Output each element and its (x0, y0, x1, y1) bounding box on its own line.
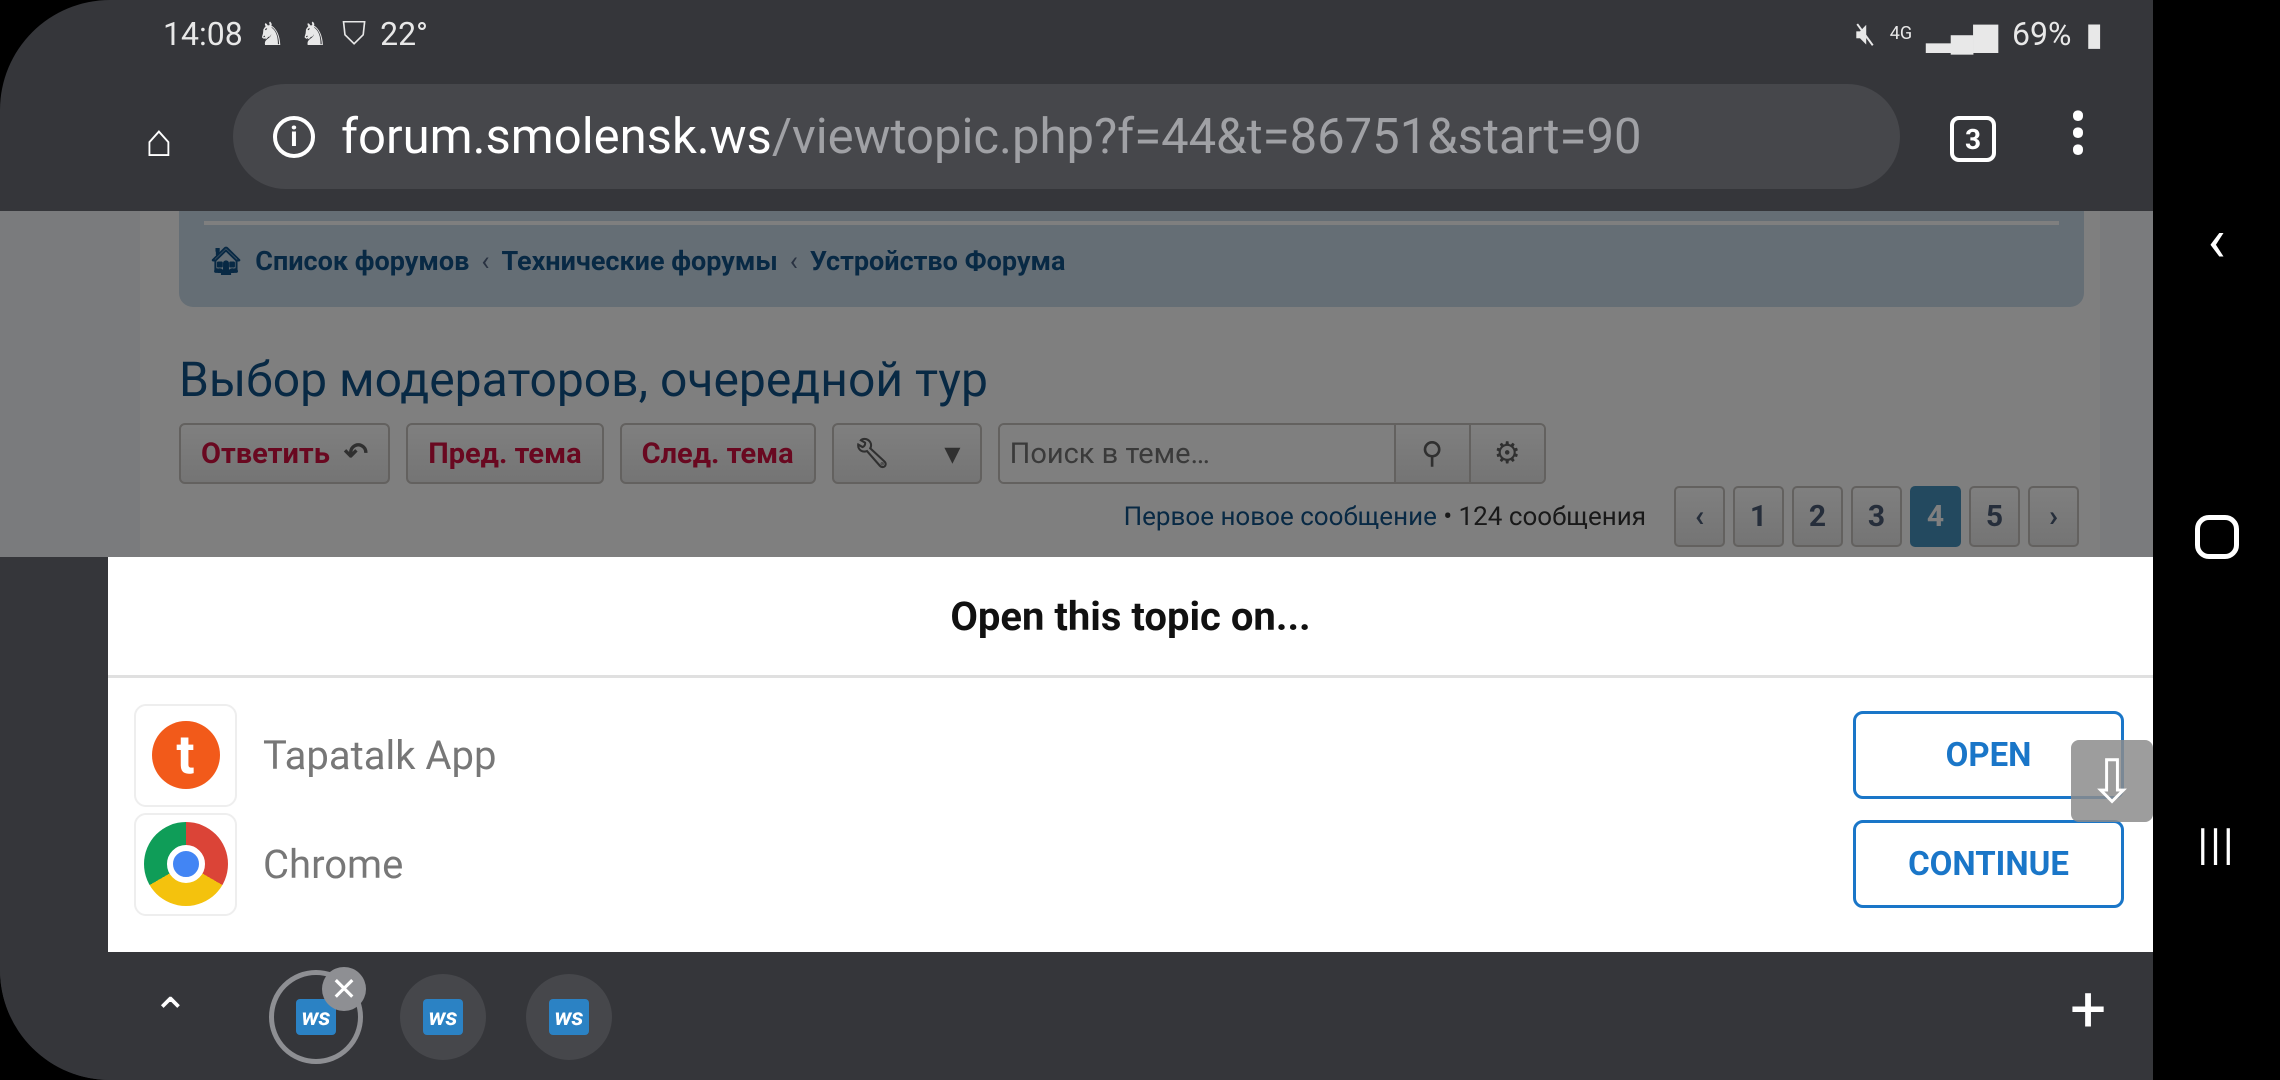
shield-icon: ⛉ (342, 14, 367, 52)
tab-strip: ⌃ ws ✕ ws ws + (0, 952, 2153, 1080)
status-bar: 14:08 ♞ ♞ ⛉ 22° 🔇︎ 4G ▂▄▆ 69% ▮ (0, 0, 2153, 65)
tab-switcher-button[interactable]: 3 (1950, 116, 1996, 162)
scroll-down-icon[interactable]: ⇩ (2071, 740, 2153, 822)
url-path: /viewtopic.php?f=44&t=86751&start=90 (771, 108, 1642, 165)
home-button-icon[interactable] (2153, 515, 2280, 563)
close-tab-icon[interactable]: ✕ (322, 967, 366, 1011)
mute-icon: 🔇︎ (1855, 14, 1876, 52)
network-type: 4G (1889, 23, 1913, 44)
tab[interactable]: ws (526, 974, 612, 1060)
continue-button[interactable]: CONTINUE (1853, 820, 2124, 908)
info-icon[interactable]: i (273, 115, 315, 158)
tab[interactable]: ws (400, 974, 486, 1060)
dialog-title: Open this topic on... (950, 593, 1311, 640)
app-name: Chrome (263, 840, 404, 888)
tapatalk-icon: t (134, 703, 237, 807)
open-with-dialog: Open this topic on... t Tapatalk App OPE… (108, 557, 2153, 952)
app-row-chrome: Chrome CONTINUE (134, 812, 2124, 916)
url-bar[interactable]: i forum.smolensk.ws/viewtopic.php?f=44&t… (233, 84, 1900, 189)
ws-favicon: ws (423, 999, 463, 1035)
new-tab-icon[interactable]: + (2070, 972, 2106, 1047)
browser-toolbar: ⌂ i forum.smolensk.ws/viewtopic.php?f=44… (0, 65, 2153, 211)
back-icon[interactable]: ‹ (2153, 205, 2280, 276)
battery-level: 69% (2011, 14, 2072, 53)
battery-icon: ▮ (2085, 14, 2103, 53)
notification-icon: ♞ (256, 14, 286, 53)
notification-icon: ♞ (299, 14, 329, 53)
app-row-tapatalk: t Tapatalk App OPEN (134, 703, 2124, 807)
phone-screen: 14:08 ♞ ♞ ⛉ 22° 🔇︎ 4G ▂▄▆ 69% ▮ ⌂ i forum.smolen… (0, 0, 2153, 1080)
app-name: Tapatalk App (263, 731, 497, 779)
navigation-bar: ‹ ||| (2153, 0, 2280, 1080)
dim-overlay[interactable] (0, 211, 2153, 557)
chrome-icon (134, 812, 237, 916)
chevron-up-icon[interactable]: ⌃ (152, 988, 189, 1040)
home-icon[interactable]: ⌂ (145, 113, 195, 168)
signal-icon: ▂▄▆ (1926, 14, 1998, 53)
url-host: forum.smolensk.ws (341, 108, 772, 165)
temperature: 22° (380, 14, 428, 53)
recents-icon[interactable]: ||| (2153, 818, 2280, 870)
ws-favicon: ws (549, 999, 589, 1035)
clock: 14:08 (163, 14, 243, 53)
more-menu-icon[interactable]: • • • (2068, 93, 2088, 177)
